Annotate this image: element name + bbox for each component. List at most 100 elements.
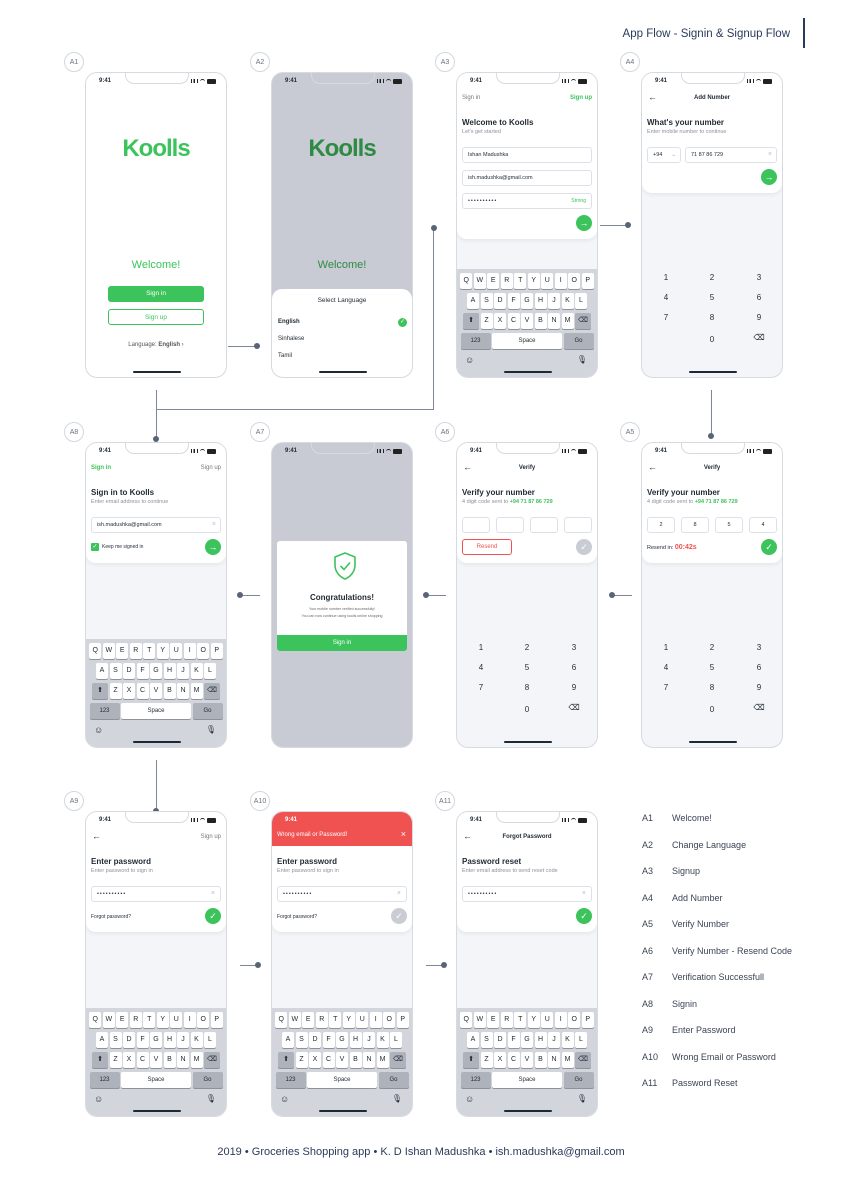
- email-field[interactable]: ish.madushka@gmail.com ×: [91, 517, 221, 533]
- key[interactable]: Y: [156, 643, 169, 659]
- confirm-check-button[interactable]: ✓: [576, 539, 592, 555]
- key[interactable]: L: [204, 1032, 216, 1048]
- numpad-key[interactable]: 1: [656, 643, 676, 652]
- key[interactable]: E: [302, 1012, 315, 1028]
- mic-icon[interactable]: 🎙: [206, 1094, 216, 1103]
- code-digit-box[interactable]: [564, 517, 592, 533]
- key[interactable]: R: [129, 1012, 142, 1028]
- numpad-key[interactable]: 6: [749, 293, 769, 302]
- key[interactable]: A: [96, 1032, 108, 1048]
- key[interactable]: I: [554, 273, 567, 289]
- key[interactable]: M: [561, 1052, 574, 1068]
- key[interactable]: Q: [275, 1012, 288, 1028]
- key[interactable]: T: [143, 643, 156, 659]
- key[interactable]: U: [170, 1012, 183, 1028]
- key[interactable]: M: [561, 313, 574, 329]
- key[interactable]: S: [109, 663, 122, 679]
- key[interactable]: G: [150, 1032, 162, 1048]
- numpad-key[interactable]: 1: [471, 643, 491, 652]
- back-arrow-icon[interactable]: ←: [92, 831, 101, 841]
- language-selector[interactable]: Language: English ›: [86, 342, 226, 348]
- language-option[interactable]: English: [278, 319, 300, 325]
- backspace-icon[interactable]: ⌫: [749, 333, 769, 342]
- numpad-key[interactable]: 8: [702, 683, 722, 692]
- phone-field[interactable]: 71 87 86 729 ×: [685, 147, 777, 163]
- key[interactable]: F: [507, 1032, 520, 1048]
- key[interactable]: Z: [480, 1052, 493, 1068]
- numbers-key[interactable]: 123: [275, 1072, 306, 1088]
- key[interactable]: R: [500, 273, 513, 289]
- shift-key[interactable]: ⬆: [278, 1052, 294, 1068]
- key[interactable]: B: [349, 1052, 362, 1068]
- close-icon[interactable]: ×: [401, 829, 406, 839]
- go-key[interactable]: Go: [563, 333, 594, 349]
- key[interactable]: W: [288, 1012, 301, 1028]
- shift-key[interactable]: ⬆: [92, 1052, 108, 1068]
- key[interactable]: D: [494, 293, 506, 309]
- key[interactable]: K: [376, 1032, 389, 1048]
- numpad-key[interactable]: 4: [656, 663, 676, 672]
- key[interactable]: L: [575, 293, 587, 309]
- key[interactable]: E: [116, 1012, 129, 1028]
- key[interactable]: Y: [527, 1012, 540, 1028]
- key[interactable]: G: [150, 663, 162, 679]
- numpad-key[interactable]: 7: [471, 683, 491, 692]
- key[interactable]: C: [507, 1052, 520, 1068]
- numbers-key[interactable]: 123: [460, 333, 491, 349]
- key[interactable]: G: [336, 1032, 348, 1048]
- language-option[interactable]: Tamil: [278, 353, 292, 359]
- key[interactable]: Y: [342, 1012, 355, 1028]
- key[interactable]: R: [129, 643, 142, 659]
- key[interactable]: G: [521, 1032, 533, 1048]
- key[interactable]: Y: [527, 273, 540, 289]
- key[interactable]: I: [554, 1012, 567, 1028]
- key[interactable]: J: [177, 663, 189, 679]
- key[interactable]: Z: [480, 313, 493, 329]
- key[interactable]: H: [163, 1032, 176, 1048]
- forgot-password-link[interactable]: Forgot password?: [91, 914, 131, 920]
- key[interactable]: D: [123, 1032, 135, 1048]
- country-code-select[interactable]: +94 ⌄: [647, 147, 681, 163]
- numpad-key[interactable]: 9: [749, 683, 769, 692]
- numpad-key[interactable]: 4: [656, 293, 676, 302]
- numpad-key[interactable]: 3: [564, 643, 584, 652]
- mic-icon[interactable]: 🎙: [577, 1094, 587, 1103]
- numpad-key[interactable]: 3: [749, 643, 769, 652]
- key[interactable]: N: [363, 1052, 375, 1068]
- backspace-icon[interactable]: ⌫: [749, 703, 769, 712]
- key[interactable]: O: [568, 1012, 581, 1028]
- key[interactable]: K: [561, 293, 574, 309]
- key[interactable]: S: [295, 1032, 308, 1048]
- shift-key[interactable]: ⬆: [92, 683, 108, 699]
- key[interactable]: T: [329, 1012, 342, 1028]
- key[interactable]: J: [548, 293, 560, 309]
- key[interactable]: P: [396, 1012, 409, 1028]
- key[interactable]: O: [197, 643, 210, 659]
- key[interactable]: H: [163, 663, 176, 679]
- key[interactable]: L: [575, 1032, 587, 1048]
- password-field[interactable]: •••••••••• Strong: [462, 193, 592, 209]
- numbers-key[interactable]: 123: [460, 1072, 491, 1088]
- key[interactable]: U: [356, 1012, 369, 1028]
- key[interactable]: B: [534, 1052, 547, 1068]
- key[interactable]: W: [473, 273, 486, 289]
- key[interactable]: U: [541, 273, 554, 289]
- key[interactable]: E: [116, 643, 129, 659]
- key[interactable]: V: [521, 1052, 533, 1068]
- numpad-key[interactable]: 4: [471, 663, 491, 672]
- key[interactable]: Y: [156, 1012, 169, 1028]
- shift-key[interactable]: ⬆: [463, 1052, 479, 1068]
- key[interactable]: A: [282, 1032, 294, 1048]
- key[interactable]: E: [487, 1012, 500, 1028]
- key[interactable]: P: [581, 273, 594, 289]
- numpad-key[interactable]: 8: [517, 683, 537, 692]
- key[interactable]: X: [123, 683, 135, 699]
- numpad-key[interactable]: 2: [702, 643, 722, 652]
- numpad-key[interactable]: 7: [656, 683, 676, 692]
- resend-button[interactable]: Resend: [462, 539, 512, 555]
- key[interactable]: N: [548, 313, 560, 329]
- emoji-icon[interactable]: ☺: [465, 355, 474, 365]
- space-key[interactable]: Space: [121, 703, 191, 719]
- space-key[interactable]: Space: [307, 1072, 377, 1088]
- email-field[interactable]: •••••••••• ×: [462, 886, 592, 902]
